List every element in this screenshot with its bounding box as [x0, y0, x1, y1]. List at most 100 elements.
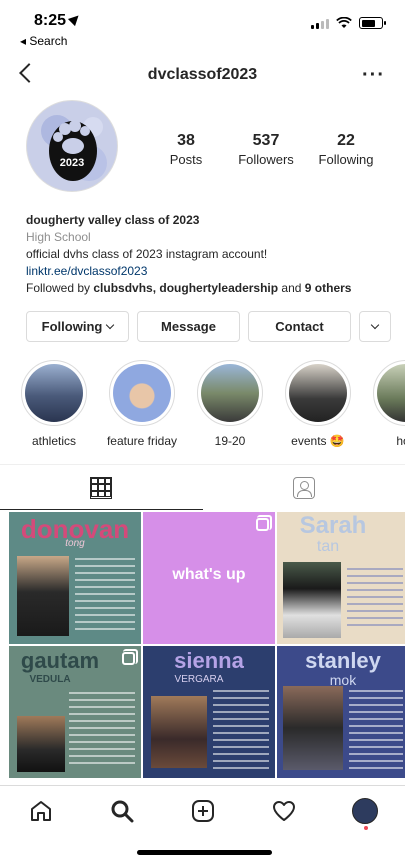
- highlight-cover: [377, 364, 405, 422]
- highlight-19-20[interactable]: 19-20: [196, 360, 264, 450]
- post-title: stanley: [305, 648, 381, 673]
- highlight-events[interactable]: events 🤩: [284, 360, 352, 450]
- time-text: 8:25: [34, 12, 67, 29]
- nav-new-post[interactable]: [183, 791, 223, 831]
- followed-by-users: clubsdvhs, doughertyleadership: [93, 281, 279, 295]
- post-title: Sarah: [299, 512, 367, 539]
- multiple-posts-icon: [122, 649, 138, 665]
- bottom-navigation: [0, 785, 405, 863]
- back-to-search-link[interactable]: ◂ Search: [20, 34, 67, 48]
- highlight-ring: [109, 360, 175, 426]
- location-arrow-icon: [67, 11, 83, 27]
- grid-icon: [90, 476, 113, 499]
- highlight-ring: [197, 360, 263, 426]
- tab-tagged[interactable]: [203, 465, 405, 510]
- story-highlights: athletics feature friday 19-20 events 🤩 …: [20, 360, 405, 450]
- post-tile[interactable]: donovan tong: [9, 512, 141, 644]
- post-photo: [17, 556, 69, 636]
- home-icon: [30, 801, 51, 821]
- stat-following[interactable]: 22 Following: [306, 132, 386, 167]
- nav-search[interactable]: [102, 791, 142, 831]
- wifi-icon: [336, 17, 352, 28]
- followed-by-and: and: [278, 281, 305, 295]
- followed-by-prefix: Followed by: [26, 281, 94, 295]
- bio-text: official dvhs class of 2023 instagram ac…: [26, 247, 268, 261]
- profile-category: High School: [26, 230, 91, 244]
- following-label: Following: [318, 152, 374, 167]
- profile-username: dvclassof2023: [147, 66, 258, 83]
- tagged-person-icon: [292, 476, 315, 499]
- nav-activity[interactable]: [264, 791, 304, 831]
- highlight-label: athletics: [31, 434, 77, 448]
- nav-profile[interactable]: [345, 791, 385, 831]
- heart-icon: [272, 801, 295, 821]
- suggested-accounts-button[interactable]: [359, 311, 391, 342]
- highlight-ring: [21, 360, 87, 426]
- highlight-label: feature friday: [106, 434, 178, 448]
- profile-tabs: [0, 464, 405, 510]
- status-bar: 8:25 ◂ Search: [0, 0, 405, 52]
- posts-count: 38: [177, 132, 195, 149]
- following-button-label: Following: [41, 319, 103, 334]
- post-text-block: [347, 568, 403, 631]
- highlight-feature-friday[interactable]: feature friday: [107, 360, 177, 450]
- profile-avatar[interactable]: 2023: [26, 100, 118, 192]
- post-subtitle: VEDULA: [29, 674, 71, 685]
- highlight-label: hoc: [396, 434, 405, 448]
- stat-followers[interactable]: 537 Followers: [226, 132, 306, 167]
- post-photo: [283, 686, 343, 770]
- highlight-hoco[interactable]: hoc: [372, 360, 405, 450]
- avatar-year-text: 2023: [59, 157, 85, 169]
- home-indicator: [137, 850, 272, 855]
- following-count: 22: [337, 132, 355, 149]
- highlight-athletics[interactable]: athletics: [20, 360, 88, 450]
- post-tile[interactable]: stanley mok: [277, 646, 405, 778]
- followers-label: Followers: [238, 152, 294, 167]
- post-subtitle: tong: [65, 538, 85, 549]
- highlight-cover: [113, 364, 171, 422]
- profile-bio: dougherty valley class of 2023 High Scho…: [26, 212, 386, 297]
- battery-icon: [359, 17, 386, 29]
- highlight-cover: [289, 364, 347, 422]
- followed-by[interactable]: Followed by clubsdvhs, doughertyleadersh…: [26, 280, 386, 297]
- post-tile[interactable]: sienna VERGARA: [143, 646, 275, 778]
- highlight-cover: [25, 364, 83, 422]
- chevron-down-icon: [370, 320, 380, 330]
- highlight-cover: [201, 364, 259, 422]
- post-subtitle: tan: [316, 538, 340, 555]
- post-text-block: [69, 692, 135, 769]
- post-tile[interactable]: Sarah tan: [277, 512, 405, 644]
- status-icons: [311, 17, 386, 29]
- post-tile[interactable]: gautam VEDULA: [9, 646, 141, 778]
- highlight-label: events 🤩: [291, 434, 345, 448]
- multiple-posts-icon: [256, 515, 272, 531]
- post-title: sienna: [174, 648, 244, 673]
- more-options-icon[interactable]: ···: [362, 64, 385, 87]
- posts-label: Posts: [169, 152, 203, 167]
- followers-count: 537: [252, 132, 280, 149]
- profile-header: dvclassof2023 ···: [0, 58, 405, 94]
- contact-button[interactable]: Contact: [248, 311, 351, 342]
- add-post-icon: [191, 800, 214, 822]
- post-tile[interactable]: what's up: [143, 512, 275, 644]
- post-text-block: [75, 558, 135, 635]
- message-button[interactable]: Message: [137, 311, 240, 342]
- highlight-label: 19-20: [214, 434, 246, 448]
- stat-posts[interactable]: 38 Posts: [146, 132, 226, 167]
- post-text-block: [349, 690, 403, 774]
- post-subtitle: VERGARA: [174, 674, 224, 685]
- chevron-down-icon: [106, 320, 115, 330]
- post-photo: [151, 696, 207, 768]
- post-title: what's up: [172, 566, 246, 583]
- profile-stats: 38 Posts 537 Followers 22 Following: [146, 132, 386, 167]
- profile-actions: Following Message Contact: [26, 311, 392, 342]
- posts-grid: donovan tong what's up Sarah tan gautam …: [9, 512, 405, 778]
- status-time: 8:25: [34, 11, 83, 30]
- following-button[interactable]: Following: [26, 311, 129, 342]
- post-photo: [17, 716, 65, 772]
- nav-home[interactable]: [21, 791, 61, 831]
- bio-link[interactable]: linktr.ee/dvclassof2023: [26, 263, 386, 280]
- post-photo: [283, 562, 341, 638]
- tab-posts-grid[interactable]: [0, 465, 203, 510]
- profile-display-name: dougherty valley class of 2023: [26, 213, 200, 227]
